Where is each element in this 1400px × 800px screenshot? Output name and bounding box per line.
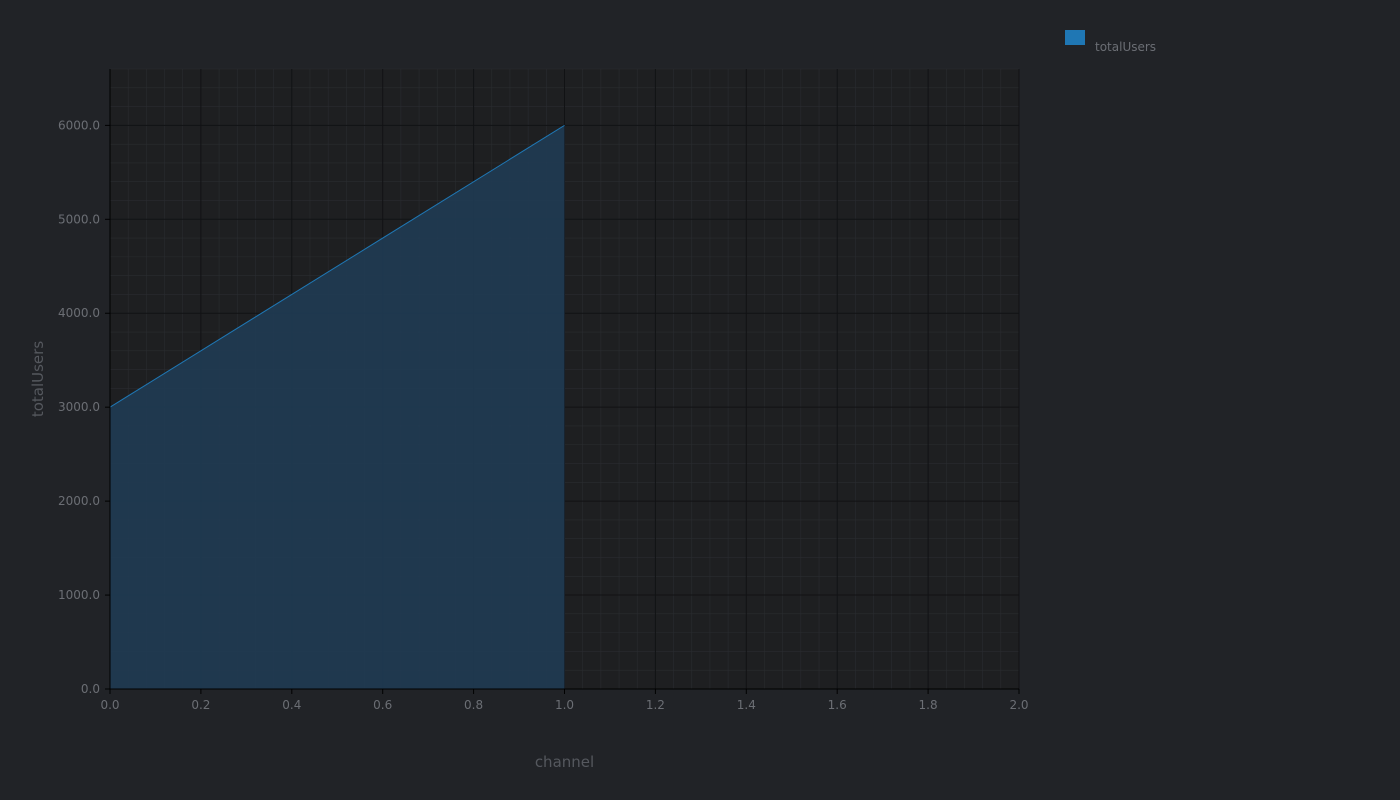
y-tick-label: 2000.0 xyxy=(58,494,100,508)
x-axis-title: channel xyxy=(535,753,594,771)
x-tick-label: 2.0 xyxy=(1009,698,1028,712)
x-tick-label: 0.4 xyxy=(282,698,301,712)
x-tick-label: 0.6 xyxy=(373,698,392,712)
y-tick-label: 5000.0 xyxy=(58,212,100,226)
y-tick-label: 4000.0 xyxy=(58,306,100,320)
y-tick-label: 3000.0 xyxy=(58,400,100,414)
x-tick-label: 0.0 xyxy=(100,698,119,712)
x-tick-label: 1.4 xyxy=(737,698,756,712)
legend-swatch xyxy=(1065,30,1085,45)
y-tick-label: 1000.0 xyxy=(58,588,100,602)
x-tick-label: 0.8 xyxy=(464,698,483,712)
x-tick-label: 1.0 xyxy=(555,698,574,712)
x-tick-label: 1.8 xyxy=(919,698,938,712)
y-tick-label: 0.0 xyxy=(81,682,100,696)
legend-label: totalUsers xyxy=(1095,40,1156,54)
area-chart: 0.0 0.2 0.4 0.6 0.8 1.0 1.2 1.4 1.6 1.8 2.0 0.0 100… xyxy=(0,0,1400,800)
x-tick-label: 0.2 xyxy=(191,698,210,712)
x-tick-label: 1.2 xyxy=(646,698,665,712)
y-axis-title: totalUsers xyxy=(29,341,47,417)
x-tick-label: 1.6 xyxy=(828,698,847,712)
y-tick-label: 6000.0 xyxy=(58,118,100,132)
